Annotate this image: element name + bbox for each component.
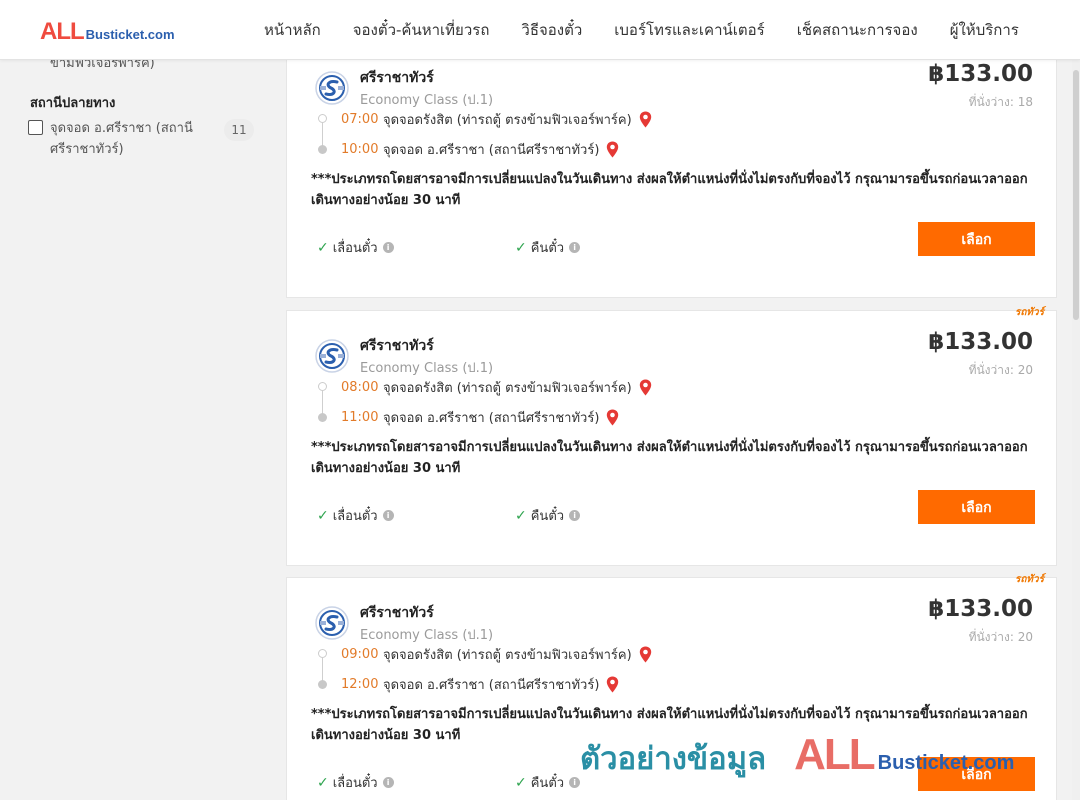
departure-dot bbox=[318, 382, 327, 391]
map-pin-icon[interactable] bbox=[606, 141, 619, 158]
departure-time: 09:00 bbox=[341, 647, 379, 662]
feature-refund: ✓ คืนตั๋ว i bbox=[515, 237, 581, 258]
feature-label: คืนตั๋ว bbox=[530, 241, 565, 256]
company-logo-icon bbox=[315, 71, 349, 105]
scrollbar-thumb[interactable] bbox=[1073, 70, 1079, 320]
arrival-dot bbox=[318, 145, 327, 154]
departure-time: 08:00 bbox=[341, 380, 379, 395]
map-pin-icon[interactable] bbox=[639, 646, 652, 663]
map-pin-icon[interactable] bbox=[639, 111, 652, 128]
feature-label: คืนตั๋ว bbox=[530, 776, 565, 791]
map-pin-icon[interactable] bbox=[606, 676, 619, 693]
filter-count-badge: 11 bbox=[224, 119, 254, 141]
feature-label: เลื่อนตั๋ว bbox=[332, 509, 378, 524]
seats-available: ที่นั่งว่าง: 18 bbox=[968, 95, 1033, 109]
feature-reschedule: ✓ เลื่อนตั๋ว i bbox=[317, 772, 394, 793]
bus-type-tag: รถทัวร์ bbox=[1014, 574, 1044, 585]
arrival-time: 12:00 bbox=[341, 677, 379, 692]
map-pin-icon[interactable] bbox=[606, 409, 619, 426]
trip-card: รถทัวร์ ศรีราชาทัวร์ Economy Class (ป.1)… bbox=[286, 574, 1057, 800]
arrival-stop: 10:00 จุดจอด อ.ศรีราชา (สถานีศรีราชาทัวร… bbox=[341, 139, 619, 160]
select-trip-button[interactable]: เลือก bbox=[918, 222, 1035, 256]
nav-operators[interactable]: ผู้ให้บริการ bbox=[934, 18, 1035, 42]
company-logo-icon bbox=[315, 606, 349, 640]
nav-book-search[interactable]: จองตั๋ว-ค้นหาเที่ยวรถ bbox=[337, 18, 506, 42]
check-icon: ✓ bbox=[317, 239, 329, 256]
departure-place: จุดจอดรังสิต (ท่ารถตู้ ตรงข้ามฟิวเจอร์พา… bbox=[383, 381, 632, 396]
departure-stop: 07:00 จุดจอดรังสิต (ท่ารถตู้ ตรงข้ามฟิวเ… bbox=[341, 109, 652, 130]
feature-reschedule: ✓ เลื่อนตั๋ว i bbox=[317, 505, 394, 526]
destination-filter-title: สถานีปลายทาง bbox=[30, 96, 116, 111]
bus-class: Economy Class (ป.1) bbox=[360, 628, 494, 643]
ticket-price: ฿133.00 bbox=[928, 596, 1033, 622]
check-icon: ✓ bbox=[317, 507, 329, 524]
arrival-place: จุดจอด อ.ศรีราชา (สถานีศรีราชาทัวร์) bbox=[383, 411, 600, 426]
feature-refund: ✓ คืนตั๋ว i bbox=[515, 505, 581, 526]
trip-notice: ***ประเภทรถโดยสารอาจมีการเปลี่ยนแปลงในวั… bbox=[311, 440, 1028, 476]
arrival-time: 11:00 bbox=[341, 410, 379, 425]
select-trip-button[interactable]: เลือก bbox=[918, 757, 1035, 791]
seats-available: ที่นั่งว่าง: 20 bbox=[968, 630, 1033, 644]
nav-phone-counter[interactable]: เบอร์โทรและเคาน์เตอร์ bbox=[598, 18, 780, 42]
arrival-stop: 11:00 จุดจอด อ.ศรีราชา (สถานีศรีราชาทัวร… bbox=[341, 407, 619, 428]
nav-check-booking[interactable]: เช็คสถานะการจอง bbox=[781, 18, 934, 42]
logo-all-text: ALL bbox=[40, 18, 85, 45]
check-icon: ✓ bbox=[515, 774, 527, 791]
info-icon[interactable]: i bbox=[382, 510, 394, 521]
info-icon[interactable]: i bbox=[569, 510, 581, 521]
arrival-dot bbox=[318, 413, 327, 422]
page-scrollbar[interactable] bbox=[1072, 60, 1080, 800]
info-icon[interactable]: i bbox=[569, 777, 581, 788]
info-icon[interactable]: i bbox=[569, 242, 581, 253]
departure-place: จุดจอดรังสิต (ท่ารถตู้ ตรงข้ามฟิวเจอร์พา… bbox=[383, 648, 632, 663]
arrival-dot bbox=[318, 680, 327, 689]
feature-label: คืนตั๋ว bbox=[530, 509, 565, 524]
info-icon[interactable]: i bbox=[382, 242, 394, 253]
seats-available: ที่นั่งว่าง: 20 bbox=[968, 363, 1033, 377]
site-logo[interactable]: ALL Busticket.com bbox=[40, 18, 175, 46]
bus-type-tag: รถทัวร์ bbox=[1014, 307, 1044, 318]
nav-how-to-book[interactable]: วิธีจองตั๋ว bbox=[505, 18, 598, 42]
check-icon: ✓ bbox=[515, 507, 527, 524]
arrival-time: 10:00 bbox=[341, 142, 379, 157]
feature-reschedule: ✓ เลื่อนตั๋ว i bbox=[317, 237, 394, 258]
bus-class: Economy Class (ป.1) bbox=[360, 361, 494, 376]
departure-stop: 09:00 จุดจอดรังสิต (ท่ารถตู้ ตรงข้ามฟิวเ… bbox=[341, 644, 652, 665]
ticket-price: ฿133.00 bbox=[928, 329, 1033, 355]
nav-home[interactable]: หน้าหลัก bbox=[248, 18, 337, 42]
company-name: ศรีราชาทัวร์ bbox=[360, 70, 434, 86]
filter-option-label: จุดจอด อ.ศรีราชา (สถานีศรีราชาทัวร์) bbox=[50, 121, 193, 157]
trip-notice: ***ประเภทรถโดยสารอาจมีการเปลี่ยนแปลงในวั… bbox=[311, 707, 1028, 743]
trip-notice: ***ประเภทรถโดยสารอาจมีการเปลี่ยนแปลงในวั… bbox=[311, 172, 1028, 208]
departure-dot bbox=[318, 114, 327, 123]
arrival-stop: 12:00 จุดจอด อ.ศรีราชา (สถานีศรีราชาทัวร… bbox=[341, 674, 619, 695]
departure-stop: 08:00 จุดจอดรังสิต (ท่ารถตู้ ตรงข้ามฟิวเ… bbox=[341, 377, 652, 398]
main-nav: หน้าหลัก จองตั๋ว-ค้นหาเที่ยวรถ วิธีจองตั… bbox=[248, 0, 1035, 60]
company-name: ศรีราชาทัวร์ bbox=[360, 605, 434, 621]
arrival-place: จุดจอด อ.ศรีราชา (สถานีศรีราชาทัวร์) bbox=[383, 678, 600, 693]
departure-dot bbox=[318, 649, 327, 658]
feature-label: เลื่อนตั๋ว bbox=[332, 241, 378, 256]
feature-refund: ✓ คืนตั๋ว i bbox=[515, 772, 581, 793]
company-logo-icon bbox=[315, 339, 349, 373]
arrival-place: จุดจอด อ.ศรีราชา (สถานีศรีราชาทัวร์) bbox=[383, 143, 600, 158]
trip-card: ศรีราชาทัวร์ Economy Class (ป.1) ฿133.00… bbox=[286, 42, 1057, 298]
check-icon: ✓ bbox=[317, 774, 329, 791]
filter-checkbox[interactable] bbox=[28, 120, 43, 135]
ticket-price: ฿133.00 bbox=[928, 61, 1033, 87]
departure-place: จุดจอดรังสิต (ท่ารถตู้ ตรงข้ามฟิวเจอร์พา… bbox=[383, 113, 632, 128]
check-icon: ✓ bbox=[515, 239, 527, 256]
logo-domain-text: Busticket.com bbox=[85, 27, 175, 42]
select-trip-button[interactable]: เลือก bbox=[918, 490, 1035, 524]
map-pin-icon[interactable] bbox=[639, 379, 652, 396]
site-header: ALL Busticket.com หน้าหลัก จองตั๋ว-ค้นหา… bbox=[0, 0, 1080, 60]
feature-label: เลื่อนตั๋ว bbox=[332, 776, 378, 791]
bus-class: Economy Class (ป.1) bbox=[360, 93, 494, 108]
trip-card: รถทัวร์ ศรีราชาทัวร์ Economy Class (ป.1)… bbox=[286, 307, 1057, 566]
company-name: ศรีราชาทัวร์ bbox=[360, 338, 434, 354]
info-icon[interactable]: i bbox=[382, 777, 394, 788]
departure-time: 07:00 bbox=[341, 112, 379, 127]
